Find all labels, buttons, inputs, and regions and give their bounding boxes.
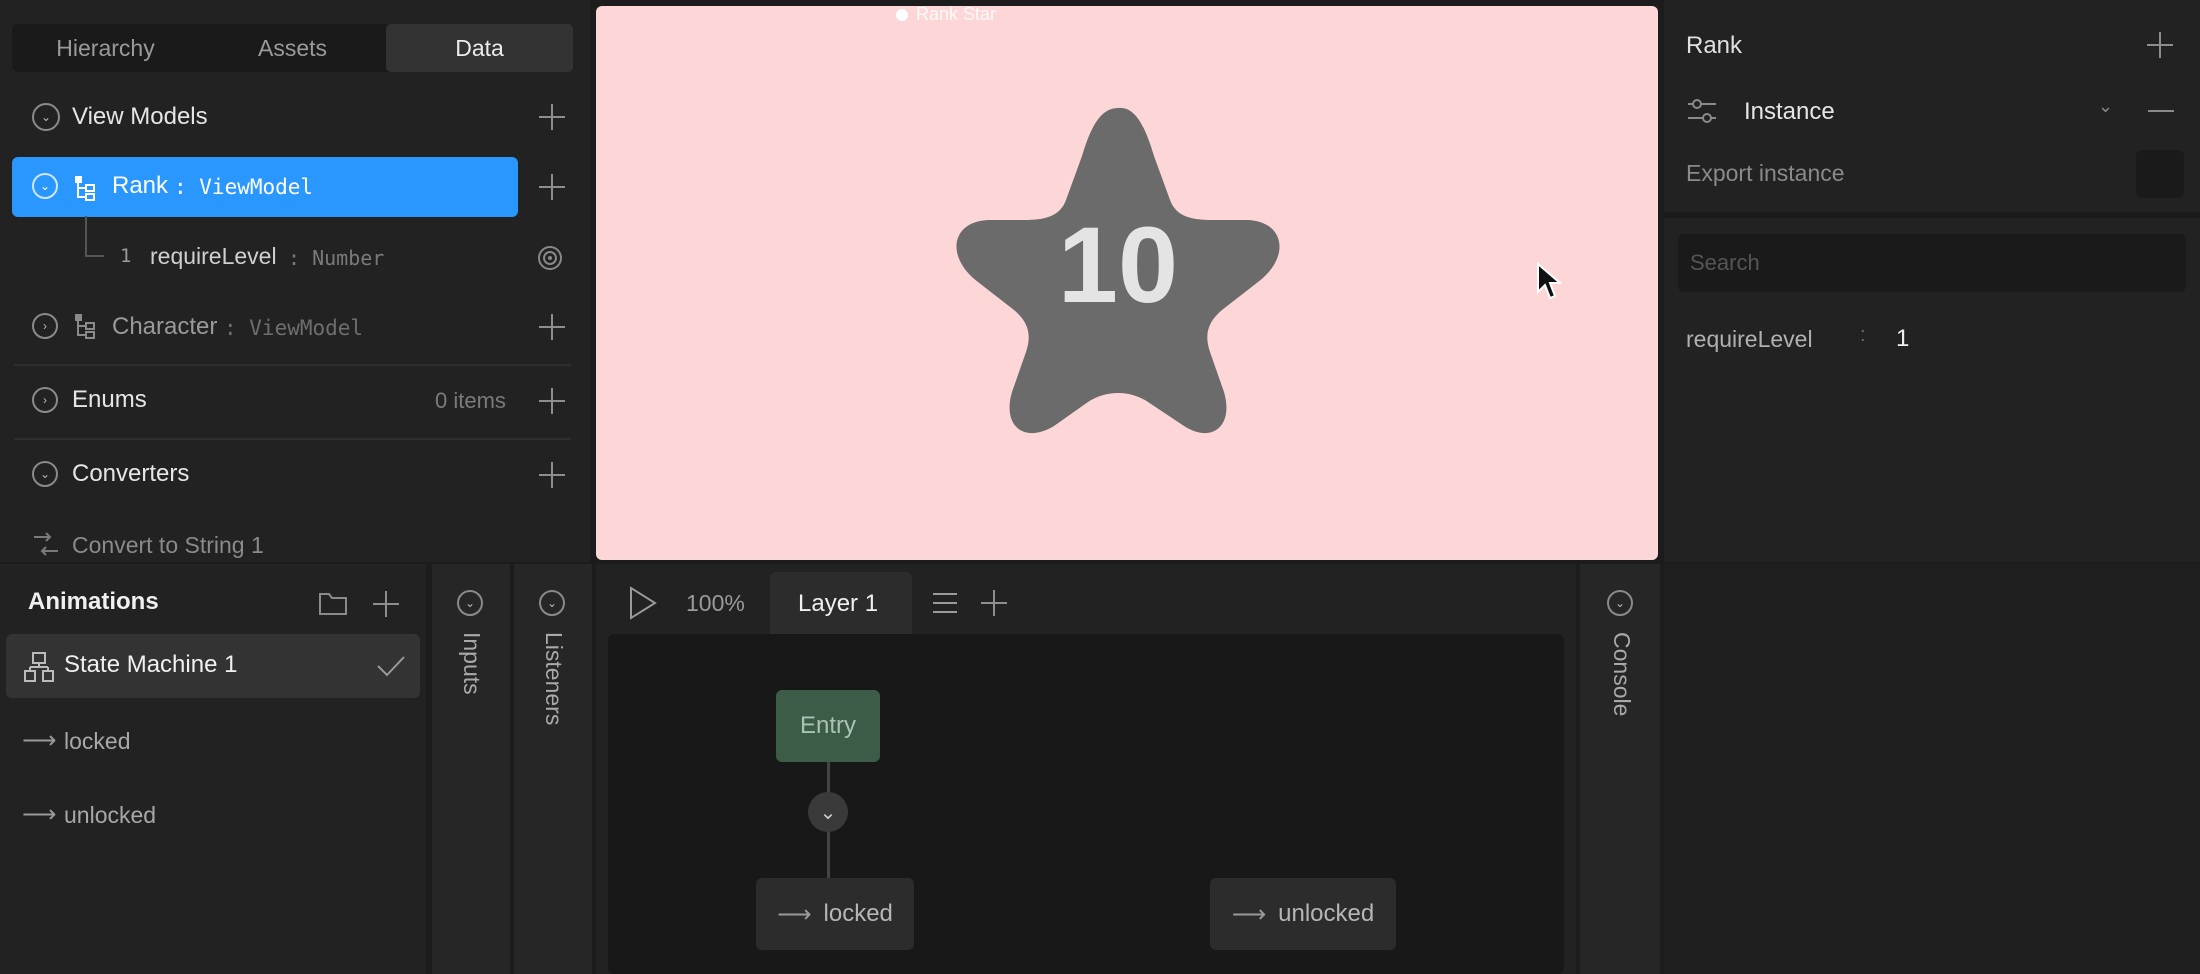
chevron-down-icon[interactable]: ⌄ xyxy=(32,173,58,199)
tree-line-icon xyxy=(85,216,104,257)
inspector-title: Rank xyxy=(1686,32,1743,59)
property-index: 1 xyxy=(120,245,132,267)
view-model-icon xyxy=(75,176,95,201)
state-node-label: unlocked xyxy=(1278,900,1375,927)
entry-node[interactable]: Entry xyxy=(776,690,880,762)
console-panel[interactable]: ⌄ Console xyxy=(1580,564,1660,974)
tab-assets[interactable]: Assets xyxy=(199,24,386,72)
artboard-dot-icon xyxy=(896,8,908,21)
folder-icon[interactable] xyxy=(318,590,348,616)
sliders-icon xyxy=(1688,99,1716,123)
divider xyxy=(14,364,571,366)
search-placeholder: Search xyxy=(1690,250,1760,275)
property-name[interactable]: requireLevel xyxy=(150,243,277,270)
left-tabs: Hierarchy Assets Data xyxy=(12,24,573,72)
character-type: : ViewModel xyxy=(224,316,364,340)
add-icon[interactable] xyxy=(538,313,566,341)
export-instance-toggle[interactable] xyxy=(2136,150,2184,198)
inspector-panel: Rank Instance ⌄ Export instance Search r… xyxy=(1664,0,2200,562)
bind-spiral-icon[interactable] xyxy=(536,244,564,272)
converter-icon xyxy=(34,532,58,556)
play-icon[interactable] xyxy=(628,586,658,620)
arrow-right-icon: ⟶ xyxy=(22,801,57,828)
property-type: : Number xyxy=(288,246,385,270)
listeners-panel[interactable]: ⌄ Listeners xyxy=(514,564,592,974)
inputs-label: Inputs xyxy=(459,632,485,695)
add-animation-icon[interactable] xyxy=(372,590,400,618)
state-machine-icon xyxy=(24,652,54,682)
property-separator: : xyxy=(1860,324,1866,346)
add-enum-icon[interactable] xyxy=(538,387,566,415)
console-label: Console xyxy=(1609,632,1635,717)
chevron-down-icon[interactable]: ⌄ xyxy=(457,590,483,616)
add-instance-icon[interactable] xyxy=(2146,31,2174,59)
empty-panel xyxy=(1664,564,2200,974)
search-input[interactable]: Search xyxy=(1678,234,2186,292)
mouse-cursor-icon xyxy=(1537,262,1562,300)
animation-item[interactable]: locked xyxy=(64,728,130,755)
arrow-right-icon: ⟶ xyxy=(777,900,812,928)
arrow-right-icon: ⟶ xyxy=(1231,900,1267,928)
view-models-label: View Models xyxy=(72,103,208,130)
state-node-locked[interactable]: ⟶ locked xyxy=(756,878,914,950)
view-models-header[interactable]: ⌄ View Models xyxy=(0,89,590,145)
listeners-label: Listeners xyxy=(541,632,567,726)
chevron-down-icon[interactable]: ⌄ xyxy=(2098,96,2113,117)
chevron-down-icon[interactable]: ⌄ xyxy=(539,590,565,616)
tab-data[interactable]: Data xyxy=(386,24,573,72)
check-icon xyxy=(377,656,405,677)
property-label: requireLevel xyxy=(1686,326,1813,352)
rank-name: Rank xyxy=(112,172,169,199)
arrow-right-icon: ⟶ xyxy=(22,727,57,754)
divider xyxy=(14,438,571,440)
chevron-down-icon[interactable]: ⌄ xyxy=(32,461,58,487)
star-number: 10 xyxy=(1057,204,1179,325)
divider xyxy=(1664,212,2200,218)
transition-chevron-icon[interactable]: ⌄ xyxy=(808,792,848,832)
state-machine-name: State Machine 1 xyxy=(64,651,238,678)
artboard-label[interactable]: Rank Star xyxy=(896,6,996,25)
animations-panel: Animations State Machine 1 ⟶ locked ⟶ un… xyxy=(0,564,426,974)
animations-title: Animations xyxy=(28,588,159,615)
converters-label[interactable]: Converters xyxy=(72,460,189,488)
chevron-down-icon[interactable]: ⌄ xyxy=(32,103,60,131)
chevron-down-icon[interactable]: ⌄ xyxy=(1607,590,1633,616)
enums-label[interactable]: Enums xyxy=(72,386,147,414)
graph-canvas[interactable]: Entry ⌄ ⟶ locked ⟶ unlocked xyxy=(608,634,1564,974)
character-name[interactable]: Character xyxy=(112,313,217,341)
add-view-model-icon[interactable] xyxy=(538,103,566,131)
enums-count: 0 items xyxy=(435,388,506,413)
state-node-label: locked xyxy=(823,900,893,927)
inputs-panel[interactable]: ⌄ Inputs xyxy=(432,564,510,974)
add-converter-icon[interactable] xyxy=(538,461,566,489)
animation-item[interactable]: unlocked xyxy=(64,802,156,829)
data-panel: Hierarchy Assets Data ⌄ View Models ⌄ Ra… xyxy=(0,0,590,562)
state-node-unlocked[interactable]: ⟶ unlocked xyxy=(1210,878,1396,950)
tab-hierarchy[interactable]: Hierarchy xyxy=(12,24,199,72)
chevron-right-icon[interactable]: › xyxy=(32,313,58,339)
remove-instance-icon[interactable] xyxy=(2148,110,2174,112)
view-model-icon xyxy=(75,314,95,339)
add-property-icon[interactable] xyxy=(538,173,566,201)
state-machine-row[interactable]: State Machine 1 xyxy=(6,634,420,698)
rank-type: : ViewModel xyxy=(174,175,314,199)
layer-name: Layer 1 xyxy=(798,590,879,617)
converter-item[interactable]: Convert to String 1 xyxy=(72,532,264,559)
menu-icon[interactable] xyxy=(932,592,958,614)
tab-layer-1[interactable]: Layer 1 xyxy=(770,572,912,634)
artboard-canvas[interactable]: Rank Star 10 xyxy=(596,6,1658,560)
add-layer-icon[interactable] xyxy=(980,589,1008,617)
state-graph-panel: 100% Layer 1 Entry ⌄ ⟶ locked ⟶ unlocked xyxy=(596,564,1576,974)
property-value-field[interactable]: 1 xyxy=(1896,325,1909,353)
zoom-level[interactable]: 100% xyxy=(686,590,745,617)
chevron-right-icon[interactable]: › xyxy=(32,387,58,413)
export-instance-label: Export instance xyxy=(1686,160,1845,186)
view-model-rank-row[interactable]: ⌄ Rank : ViewModel xyxy=(12,157,518,217)
instance-select[interactable]: Instance xyxy=(1744,98,1835,126)
artboard-name: Rank Star xyxy=(916,6,997,24)
